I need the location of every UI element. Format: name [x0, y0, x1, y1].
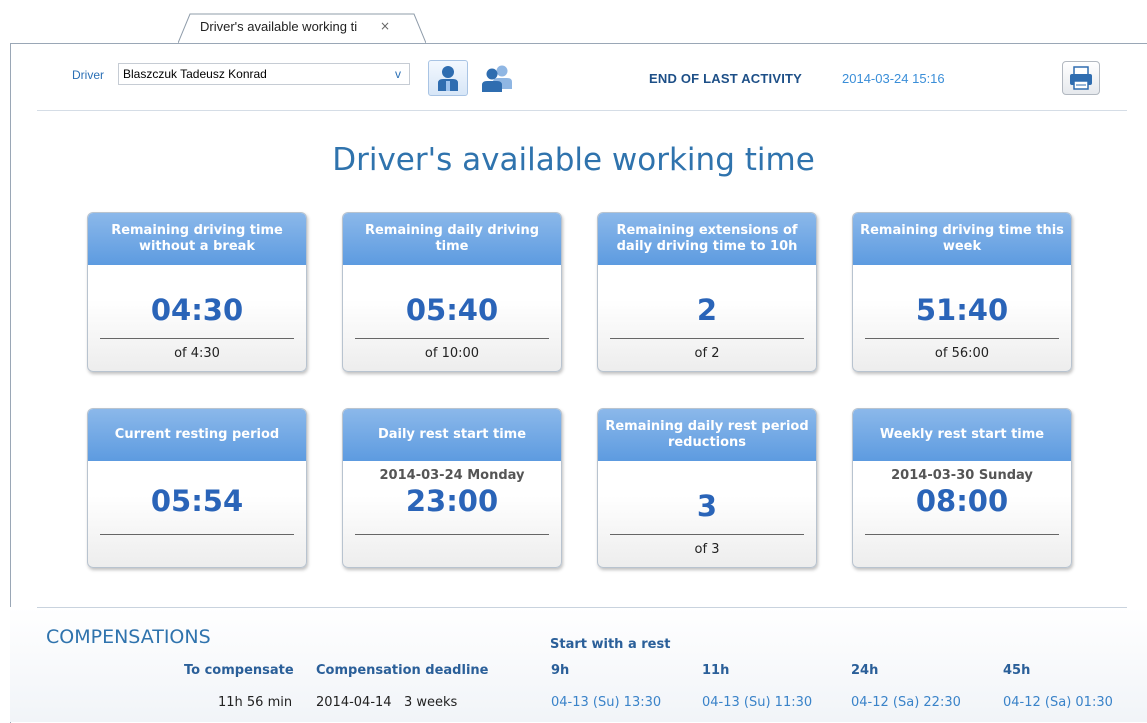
chevron-down-icon[interactable]: v [395, 67, 401, 81]
card-of: of 3 [694, 542, 720, 557]
compensations-divider [37, 607, 1127, 608]
compensations-title: COMPENSATIONS [46, 626, 211, 648]
crew-button[interactable] [476, 60, 516, 96]
card-remaining-driving-no-break: Remaining driving time without a break 0… [87, 212, 307, 372]
rest-45h-link[interactable]: 04-12 (Sa) 01:30 [1003, 695, 1113, 710]
deadline-date: 2014-04-14 [316, 695, 392, 710]
header-divider [37, 110, 1127, 111]
rest-9h-link[interactable]: 04-13 (Su) 13:30 [551, 695, 661, 710]
card-sub: 2014-03-30 Sunday [891, 468, 1033, 483]
card-value: 05:54 [150, 484, 244, 518]
page-title: Driver's available working time [332, 142, 815, 178]
card-sub: 2014-03-24 Monday [379, 468, 525, 483]
driver-label: Driver [72, 68, 104, 82]
single-driver-button[interactable] [428, 60, 468, 96]
col-9h-header: 9h [551, 663, 570, 678]
start-rest-header: Start with a rest [550, 637, 671, 652]
card-current-resting-period: Current resting period 05:54 [87, 408, 307, 568]
print-button[interactable] [1062, 61, 1100, 95]
last-activity-label: END OF LAST ACTIVITY [649, 71, 803, 86]
frame-top-edge [10, 43, 180, 44]
card-value: 08:00 [915, 484, 1009, 518]
last-activity-value: 2014-03-24 15:16 [842, 71, 945, 86]
card-of: of 10:00 [424, 346, 480, 361]
card-divider [610, 338, 804, 339]
card-header: Current resting period [88, 409, 306, 461]
to-compensate-value: 11h 56 min [218, 695, 293, 710]
card-remaining-extensions: Remaining extensions of daily driving ti… [597, 212, 817, 372]
deadline-weeks: 3 weeks [404, 695, 458, 710]
card-remaining-daily-driving: Remaining daily driving time 05:40 of 10… [342, 212, 562, 372]
card-of: of 2 [694, 346, 720, 361]
card-divider [865, 534, 1059, 535]
card-value: 3 [696, 489, 718, 523]
card-header: Remaining driving time this week [853, 213, 1071, 265]
card-divider [100, 534, 294, 535]
card-header: Remaining driving time without a break [88, 213, 306, 265]
tab-available-working-time[interactable]: Driver's available working ti × [178, 12, 426, 44]
to-compensate-header: To compensate [184, 663, 294, 678]
card-of: of 56:00 [934, 346, 990, 361]
card-rest-reductions: Remaining daily rest period reductions 3… [597, 408, 817, 568]
card-remaining-driving-week: Remaining driving time this week 51:40 o… [852, 212, 1072, 372]
single-driver-icon [438, 66, 458, 91]
card-header: Remaining daily rest period reductions [598, 409, 816, 461]
printer-icon [1070, 66, 1092, 90]
card-weekly-rest-start: Weekly rest start time 2014-03-30 Sunday… [852, 408, 1072, 568]
card-daily-rest-start: Daily rest start time 2014-03-24 Monday … [342, 408, 562, 568]
tab-strip: Driver's available working ti × [0, 0, 1147, 44]
card-header: Daily rest start time [343, 409, 561, 461]
card-value: 2 [696, 293, 718, 327]
card-divider [610, 534, 804, 535]
card-header: Weekly rest start time [853, 409, 1071, 461]
card-divider [355, 338, 549, 339]
tab-label: Driver's available working ti [200, 19, 358, 34]
driver-select-value: Blaszczuk Tadeusz Konrad [123, 67, 267, 81]
col-24h-header: 24h [851, 663, 879, 678]
card-divider [865, 338, 1059, 339]
card-value: 04:30 [150, 293, 244, 327]
card-divider [100, 338, 294, 339]
close-icon[interactable]: × [380, 19, 390, 33]
card-header: Remaining extensions of daily driving ti… [598, 213, 816, 265]
driver-select[interactable]: Blaszczuk Tadeusz Konrad v [118, 63, 410, 85]
card-of: of 4:30 [174, 346, 220, 361]
card-value: 05:40 [405, 293, 499, 327]
deadline-header: Compensation deadline [316, 663, 489, 678]
crew-icon [482, 65, 512, 92]
card-value: 51:40 [915, 293, 1009, 327]
card-header: Remaining daily driving time [343, 213, 561, 265]
card-value: 23:00 [405, 484, 499, 518]
card-divider [355, 534, 549, 535]
col-45h-header: 45h [1003, 663, 1031, 678]
rest-11h-link[interactable]: 04-13 (Su) 11:30 [702, 695, 812, 710]
rest-24h-link[interactable]: 04-12 (Sa) 22:30 [851, 695, 961, 710]
col-11h-header: 11h [702, 663, 730, 678]
